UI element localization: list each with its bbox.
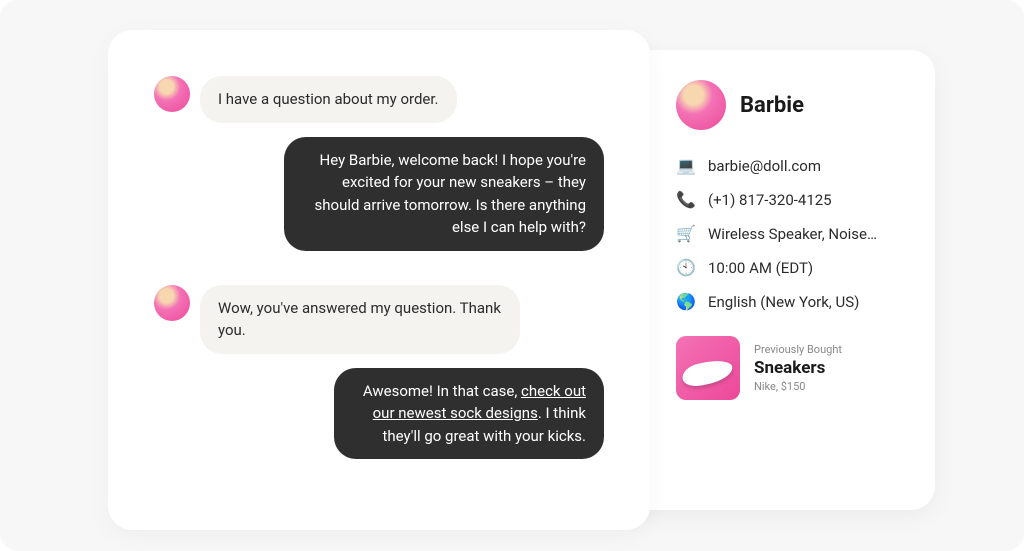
chat-bubble: I have a question about my order. [200,76,457,123]
laptop-icon: 💻 [676,156,696,176]
product-title: Sneakers [754,358,842,378]
app-canvas: Barbie 💻 barbie@doll.com 📞 (+1) 817-320-… [0,0,1024,551]
chat-bubble: Awesome! In that case, check out our new… [334,368,604,460]
chat-message-outgoing: Awesome! In that case, check out our new… [154,368,604,460]
product-sub: Nike, $150 [754,380,842,393]
chat-text: Wow, you've answered my question. Thank … [218,299,501,340]
profile-header: Barbie [626,80,909,130]
customer-avatar[interactable] [154,285,190,321]
chat-text: Hey Barbie, welcome back! I hope you're … [315,151,586,237]
clock-icon: 🕙 [676,258,696,278]
globe-icon: 🌎 [676,292,696,312]
customer-avatar[interactable] [154,76,190,112]
profile-locale-row: 🌎 English (New York, US) [676,292,909,312]
profile-name: Barbie [740,93,804,118]
product-meta: Previously Bought Sneakers Nike, $150 [754,343,842,393]
profile-email-row[interactable]: 💻 barbie@doll.com [676,156,909,176]
profile-cart: Wireless Speaker, Noise… [708,225,909,243]
profile-info-list: 💻 barbie@doll.com 📞 (+1) 817-320-4125 🛒 … [626,156,909,312]
phone-icon: 📞 [676,190,696,210]
profile-product[interactable]: Previously Bought Sneakers Nike, $150 [626,336,909,400]
chat-bubble: Hey Barbie, welcome back! I hope you're … [284,137,604,251]
profile-avatar[interactable] [676,80,726,130]
chat-message-incoming: Wow, you've answered my question. Thank … [154,285,604,354]
chat-message-outgoing: Hey Barbie, welcome back! I hope you're … [154,137,604,251]
chat-card: I have a question about my order. Hey Ba… [108,30,650,530]
chat-message-incoming: I have a question about my order. [154,76,604,123]
chat-text-pre: Awesome! In that case, [363,382,521,400]
profile-phone: (+1) 817-320-4125 [708,191,909,209]
product-caption: Previously Bought [754,343,842,356]
profile-time: 10:00 AM (EDT) [708,259,909,277]
chat-bubble: Wow, you've answered my question. Thank … [200,285,520,354]
profile-locale: English (New York, US) [708,293,909,311]
profile-time-row: 🕙 10:00 AM (EDT) [676,258,909,278]
profile-phone-row[interactable]: 📞 (+1) 817-320-4125 [676,190,909,210]
profile-email: barbie@doll.com [708,157,909,175]
profile-cart-row[interactable]: 🛒 Wireless Speaker, Noise… [676,224,909,244]
chat-text: I have a question about my order. [218,90,439,108]
product-thumbnail [676,336,740,400]
cart-icon: 🛒 [676,224,696,244]
profile-card: Barbie 💻 barbie@doll.com 📞 (+1) 817-320-… [600,50,935,510]
